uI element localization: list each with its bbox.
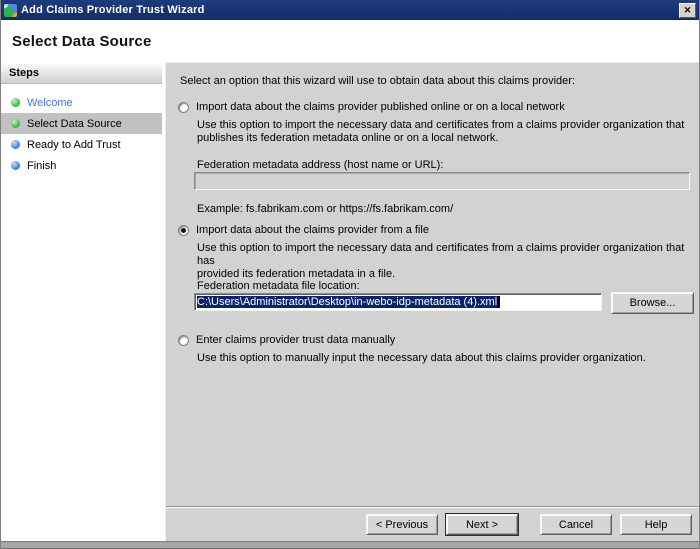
steps-list: Welcome Select Data Source Ready to Add … xyxy=(1,84,162,176)
steps-header: Steps xyxy=(1,62,162,84)
radio-button-selected-icon[interactable] xyxy=(178,225,189,236)
step-label: Welcome xyxy=(27,97,73,109)
sidebar-item-finish: Finish xyxy=(1,155,162,176)
metadata-address-example: Example: fs.fabrikam.com or https://fs.f… xyxy=(197,203,453,216)
radio-button-icon[interactable] xyxy=(178,335,189,346)
content-body: Select an option that this wizard will u… xyxy=(166,63,699,506)
browse-button[interactable]: Browse... xyxy=(611,292,694,314)
window-title: Add Claims Provider Trust Wizard xyxy=(21,4,679,16)
radio-option-label[interactable]: Enter claims provider trust data manuall… xyxy=(196,334,395,347)
radio-option-import-file[interactable]: Import data about the claims provider fr… xyxy=(178,224,429,237)
steps-sidebar: Steps Welcome Select Data Source Ready t… xyxy=(1,62,162,541)
option-description: Use this option to import the necessary … xyxy=(197,119,689,145)
sidebar-item-welcome: Welcome xyxy=(1,92,162,113)
cancel-button[interactable]: Cancel xyxy=(540,514,612,535)
heading-band: Select Data Source xyxy=(1,20,699,62)
page-title: Select Data Source xyxy=(1,20,699,50)
step-label: Finish xyxy=(27,160,56,172)
window-bottom-edge xyxy=(1,541,699,549)
metadata-file-label: Federation metadata file location: xyxy=(197,280,360,293)
wizard-icon xyxy=(4,4,17,17)
metadata-file-input[interactable]: C:\Users\Administrator\Desktop\in-webo-i… xyxy=(194,293,602,311)
help-button[interactable]: Help xyxy=(620,514,692,535)
step-label: Select Data Source xyxy=(27,118,122,130)
metadata-address-input[interactable] xyxy=(194,172,690,190)
next-button[interactable]: Next > xyxy=(446,514,518,535)
footer-button-row: < Previous Next > Cancel Help xyxy=(166,508,699,541)
radio-option-label[interactable]: Import data about the claims provider pu… xyxy=(196,101,565,114)
sidebar-item-ready-to-add-trust: Ready to Add Trust xyxy=(1,134,162,155)
step-label: Ready to Add Trust xyxy=(27,139,121,151)
selected-file-path: C:\Users\Administrator\Desktop\in-webo-i… xyxy=(197,296,497,308)
radio-option-label[interactable]: Import data about the claims provider fr… xyxy=(196,224,429,237)
step-upcoming-bullet-icon xyxy=(11,161,20,170)
main-area: Steps Welcome Select Data Source Ready t… xyxy=(1,62,699,541)
option-description: Use this option to import the necessary … xyxy=(197,242,689,281)
step-done-bullet-icon xyxy=(11,119,20,128)
option-description: Use this option to manually input the ne… xyxy=(197,352,689,365)
step-done-bullet-icon xyxy=(11,98,20,107)
step-upcoming-bullet-icon xyxy=(11,140,20,149)
radio-option-manual[interactable]: Enter claims provider trust data manuall… xyxy=(178,334,395,347)
content-column: Select an option that this wizard will u… xyxy=(165,62,699,541)
metadata-address-label: Federation metadata address (host name o… xyxy=(197,159,443,172)
wizard-window: Add Claims Provider Trust Wizard ✕ Selec… xyxy=(0,0,700,549)
intro-text: Select an option that this wizard will u… xyxy=(180,75,575,88)
close-button[interactable]: ✕ xyxy=(679,3,696,18)
radio-button-icon[interactable] xyxy=(178,102,189,113)
close-icon: ✕ xyxy=(684,6,692,15)
sidebar-item-select-data-source: Select Data Source xyxy=(1,113,162,134)
radio-option-import-online[interactable]: Import data about the claims provider pu… xyxy=(178,101,565,114)
text-caret xyxy=(497,296,500,308)
previous-button[interactable]: < Previous xyxy=(366,514,438,535)
title-bar[interactable]: Add Claims Provider Trust Wizard ✕ xyxy=(1,0,699,20)
